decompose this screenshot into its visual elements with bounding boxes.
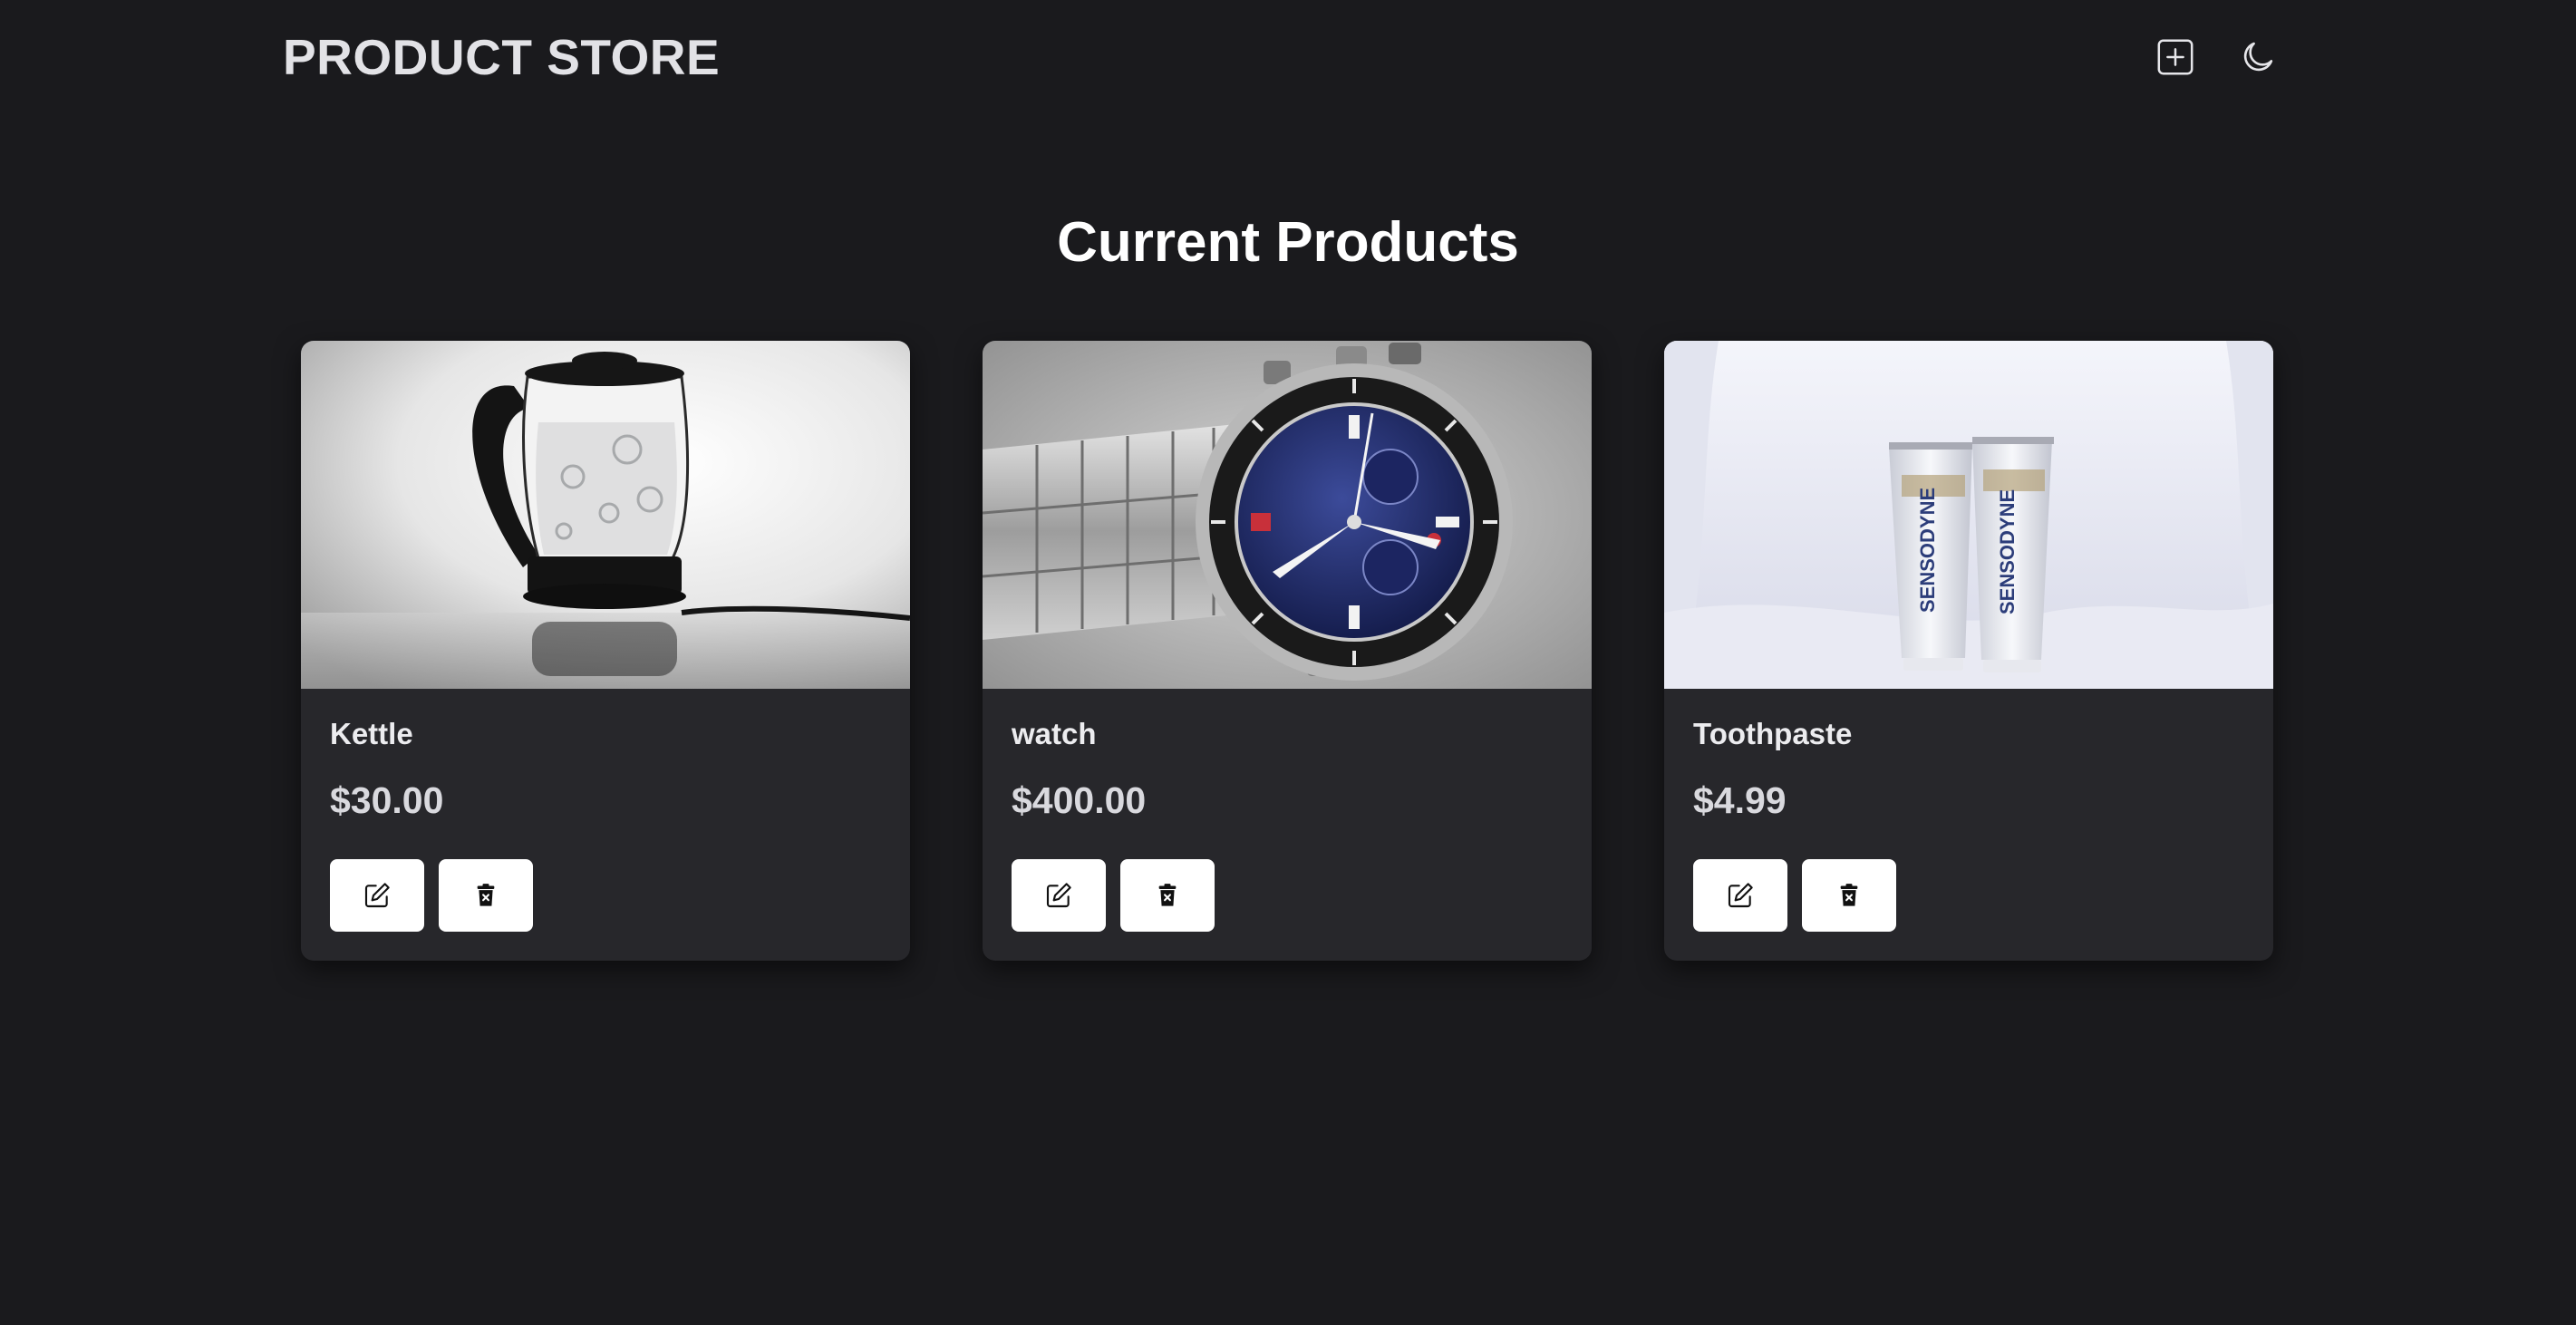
toothpaste-tubes-photo: SENSODYNE SENSODYNE [1664,341,2273,689]
product-price: $4.99 [1693,779,1787,821]
edit-icon [1046,883,1071,908]
product-image [301,341,910,689]
product-card: watch $400.00 [983,341,1592,961]
add-product-button[interactable] [2144,25,2207,89]
wristwatch-photo [983,341,1592,689]
delete-product-button[interactable] [1120,859,1215,932]
glass-kettle-photo [301,341,910,689]
moon-icon [2243,42,2273,72]
product-price: $400.00 [1012,779,1147,821]
page-title: Current Products [1057,211,1519,274]
product-card: SENSODYNE SENSODYNE Toothpaste $4.99 [1664,341,2273,961]
product-name: Toothpaste [1693,717,1853,750]
edit-product-button[interactable] [1693,859,1787,932]
product-name: watch [1012,717,1097,750]
delete-product-button[interactable] [439,859,533,932]
product-card: Kettle $30.00 [301,341,910,961]
trash-icon [1840,884,1858,906]
svg-text:SENSODYNE: SENSODYNE [1916,488,1939,613]
product-image: SENSODYNE SENSODYNE [1664,341,2273,689]
svg-text:SENSODYNE: SENSODYNE [1996,489,2019,614]
plus-square-icon [2157,39,2193,75]
delete-product-button[interactable] [1802,859,1896,932]
product-image [983,341,1592,689]
edit-product-button[interactable] [330,859,424,932]
navbar: PRODUCT STORE [0,0,2576,113]
edit-product-button[interactable] [1012,859,1106,932]
product-name: Kettle [330,717,413,750]
edit-icon [1728,883,1753,908]
edit-icon [364,883,390,908]
trash-icon [477,884,495,906]
product-price: $30.00 [330,779,444,821]
theme-toggle-button[interactable] [2226,25,2290,89]
brand-title[interactable]: PRODUCT STORE [283,27,720,87]
trash-icon [1158,884,1177,906]
